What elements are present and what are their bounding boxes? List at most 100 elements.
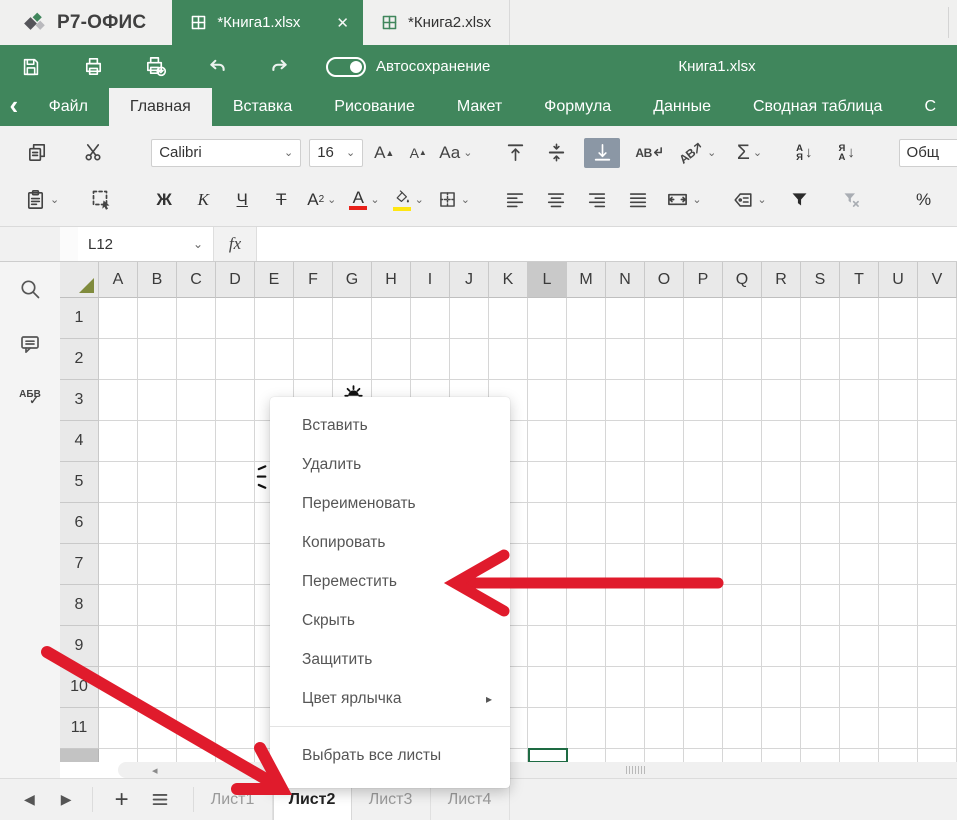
cells-grid[interactable]: [99, 298, 957, 762]
ribbon-tab[interactable]: Сводная таблица: [732, 88, 903, 126]
column-header[interactable]: O: [645, 262, 684, 298]
align-middle-button[interactable]: [543, 138, 569, 168]
chevron-down-icon[interactable]: ⌄: [370, 197, 379, 203]
row-header[interactable]: 9: [60, 626, 99, 667]
row-header[interactable]: 4: [60, 421, 99, 462]
column-header[interactable]: A: [99, 262, 138, 298]
row-header[interactable]: 8: [60, 585, 99, 626]
chevron-down-icon[interactable]: ⌄: [415, 197, 424, 203]
sheet-tab[interactable]: Лист1: [194, 779, 273, 820]
chevron-down-icon[interactable]: ⌄: [707, 150, 716, 156]
column-header[interactable]: R: [762, 262, 801, 298]
context-menu-item[interactable]: [270, 726, 510, 727]
context-menu-item[interactable]: Копировать: [270, 523, 510, 562]
select-all-corner[interactable]: [60, 262, 99, 298]
filter-button[interactable]: [787, 185, 813, 215]
subscript-button[interactable]: А2⌄: [307, 185, 336, 215]
align-left-button[interactable]: [502, 185, 528, 215]
context-menu-item[interactable]: Переименовать: [270, 484, 510, 523]
column-header[interactable]: D: [216, 262, 255, 298]
autosave-toggle[interactable]: Автосохранение: [326, 57, 490, 77]
font-size-select[interactable]: 16⌄: [309, 139, 363, 167]
next-sheet-icon[interactable]: ▶: [61, 791, 72, 808]
clear-filter-button[interactable]: [839, 185, 865, 215]
close-icon[interactable]: ✕: [336, 14, 349, 32]
column-header[interactable]: E: [255, 262, 294, 298]
ribbon-tab[interactable]: Данные: [632, 88, 732, 126]
font-name-select[interactable]: Calibri⌄: [151, 139, 301, 167]
paste-button[interactable]: ⌄: [24, 185, 59, 215]
underline-button[interactable]: Ч: [229, 185, 255, 215]
decrease-font-button[interactable]: А▲: [405, 138, 431, 168]
chevron-down-icon[interactable]: ⌄: [757, 197, 766, 203]
context-menu-item[interactable]: Выбрать все листы: [270, 736, 510, 775]
column-header[interactable]: F: [294, 262, 333, 298]
fill-color-button[interactable]: ⌄: [393, 185, 424, 215]
ribbon-tab[interactable]: Рисование: [313, 88, 436, 126]
ribbon-tab[interactable]: Файл: [28, 88, 109, 126]
horizontal-scrollbar[interactable]: ◂: [118, 762, 957, 778]
column-header[interactable]: I: [411, 262, 450, 298]
column-header[interactable]: H: [372, 262, 411, 298]
chevron-down-icon[interactable]: ⌄: [327, 197, 336, 203]
italic-button[interactable]: К: [190, 185, 216, 215]
add-sheet-button[interactable]: +: [115, 790, 129, 810]
font-color-button[interactable]: А⌄: [349, 185, 379, 215]
chevron-down-icon[interactable]: ⌄: [284, 150, 293, 156]
select-all-button[interactable]: [89, 185, 115, 215]
chevron-down-icon[interactable]: ⌄: [461, 197, 470, 203]
print-button[interactable]: [80, 54, 106, 80]
change-case-button[interactable]: Аа⌄: [439, 138, 472, 168]
context-menu-item[interactable]: Скрыть: [270, 601, 510, 640]
row-header[interactable]: 3: [60, 380, 99, 421]
context-menu-item[interactable]: Переместить: [270, 562, 510, 601]
ribbon-tab[interactable]: Макет: [436, 88, 523, 126]
column-header[interactable]: G: [333, 262, 372, 298]
copy-button[interactable]: [24, 138, 50, 168]
justify-button[interactable]: [625, 185, 651, 215]
ribbon-tab[interactable]: Вставка: [212, 88, 313, 126]
column-header[interactable]: Q: [723, 262, 762, 298]
save-button[interactable]: [18, 54, 44, 80]
row-header[interactable]: 10: [60, 667, 99, 708]
merge-cells-button[interactable]: ⌄: [666, 185, 701, 215]
chevron-down-icon[interactable]: ⌄: [753, 150, 762, 156]
bold-button[interactable]: Ж: [151, 185, 177, 215]
row-header[interactable]: 6: [60, 503, 99, 544]
column-header[interactable]: V: [918, 262, 957, 298]
scrollbar-grip[interactable]: [626, 766, 645, 774]
column-header[interactable]: M: [567, 262, 606, 298]
comment-icon[interactable]: [16, 330, 44, 358]
row-header-selected-partial[interactable]: [60, 749, 99, 762]
scroll-left-icon[interactable]: ◂: [152, 764, 158, 777]
undo-button[interactable]: [204, 54, 230, 80]
strikethrough-button[interactable]: Т: [268, 185, 294, 215]
wrap-text-button[interactable]: AB: [635, 138, 662, 168]
align-center-button[interactable]: [543, 185, 569, 215]
column-header[interactable]: P: [684, 262, 723, 298]
chevron-down-icon[interactable]: ⌄: [346, 150, 355, 156]
increase-font-button[interactable]: А▲: [371, 138, 397, 168]
column-header[interactable]: T: [840, 262, 879, 298]
column-header[interactable]: C: [177, 262, 216, 298]
row-header[interactable]: 11: [60, 708, 99, 749]
active-cell-outline[interactable]: [528, 748, 568, 763]
toggle-switch-on[interactable]: [326, 57, 366, 77]
borders-button[interactable]: ⌄: [437, 185, 470, 215]
number-format-select[interactable]: Общ: [899, 139, 957, 167]
sort-descending-button[interactable]: ЯА↓: [839, 144, 855, 162]
context-menu-item[interactable]: Удалить: [270, 445, 510, 484]
align-right-button[interactable]: [584, 185, 610, 215]
column-header[interactable]: J: [450, 262, 489, 298]
formula-input[interactable]: [257, 227, 957, 261]
chevron-down-icon[interactable]: ⌄: [692, 197, 701, 203]
ribbon-tab[interactable]: С: [903, 88, 957, 126]
ribbon-tab[interactable]: Главная: [109, 88, 212, 126]
sheet-list-button[interactable]: [149, 789, 171, 811]
quick-print-button[interactable]: [142, 54, 168, 80]
row-header[interactable]: 1: [60, 298, 99, 339]
spellcheck-icon[interactable]: АБВ ✓: [16, 385, 44, 413]
chevron-down-icon[interactable]: ⌄: [463, 150, 472, 156]
cut-button[interactable]: [80, 138, 106, 168]
align-top-button[interactable]: [502, 138, 528, 168]
